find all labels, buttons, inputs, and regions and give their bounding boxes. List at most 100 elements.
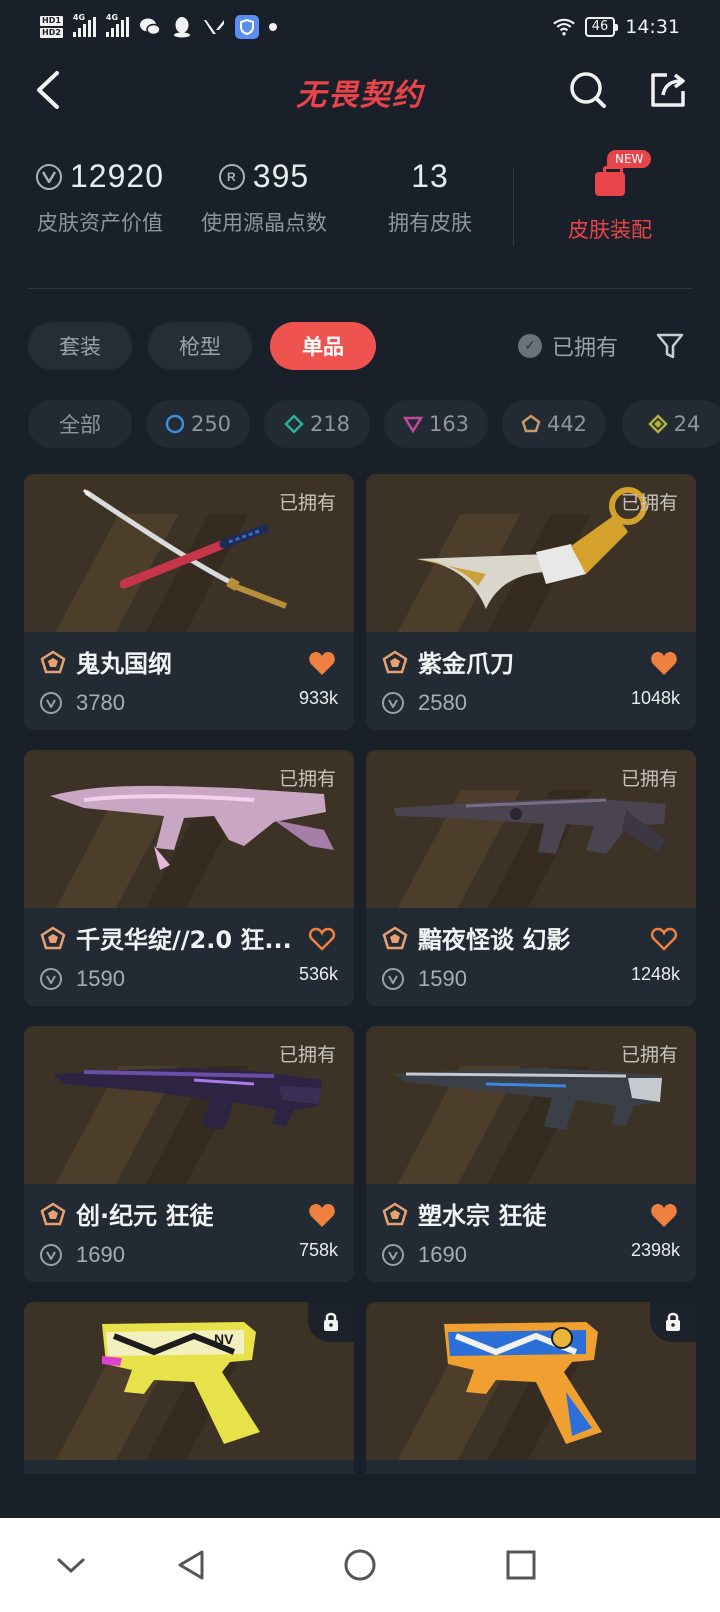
chip-tier-exclusive[interactable]: 442 bbox=[502, 400, 606, 448]
chip-tier-deluxe[interactable]: 218 bbox=[264, 400, 370, 448]
radianite-stat[interactable]: R 395 使用源晶点数 bbox=[194, 158, 334, 237]
radianite-value: 395 bbox=[252, 158, 310, 194]
share-button[interactable] bbox=[646, 68, 690, 112]
chip-count: 218 bbox=[309, 412, 351, 436]
skin-name: 千灵华绽//2.0 狂... bbox=[76, 926, 292, 954]
skin-card[interactable]: 已拥有 黯夜怪谈 幻影 1590 1248k bbox=[366, 750, 696, 1006]
search-button[interactable] bbox=[566, 68, 610, 112]
vp-coin-icon bbox=[40, 692, 62, 714]
price-row: 1590 bbox=[40, 966, 125, 992]
tab-set[interactable]: 套装 bbox=[28, 322, 132, 370]
nav-down-button[interactable] bbox=[46, 1540, 96, 1590]
network-type-2: 4G bbox=[105, 13, 119, 22]
chip-count: 163 bbox=[428, 412, 470, 436]
card-title-row: 塑水宗 狂徒 bbox=[382, 1196, 682, 1231]
vp-coin-icon bbox=[40, 1244, 62, 1266]
price-row: 1590 bbox=[382, 966, 467, 992]
section-divider bbox=[28, 288, 692, 289]
skin-card[interactable] bbox=[366, 1302, 696, 1474]
skin-image: 已拥有 bbox=[366, 474, 696, 632]
skin-card[interactable]: 已拥有 创·纪元 狂徒 1690 758k bbox=[24, 1026, 354, 1282]
heart-filled-icon[interactable] bbox=[650, 650, 678, 676]
nav-recents-button[interactable] bbox=[496, 1540, 546, 1590]
skin-card[interactable]: 已拥有 塑水宗 狂徒 1690 2398k bbox=[366, 1026, 696, 1282]
owned-tag: 已拥有 bbox=[278, 492, 336, 514]
share-icon bbox=[651, 73, 685, 107]
heart-filled-icon[interactable] bbox=[308, 650, 336, 676]
like-count: 933k bbox=[298, 688, 338, 708]
nav-home-button[interactable] bbox=[335, 1540, 385, 1590]
nav-down-icon bbox=[57, 1558, 85, 1574]
skin-card[interactable]: 已拥有 千灵华绽//2.0 狂... 1590 536k bbox=[24, 750, 354, 1006]
skin-image: 已拥有 bbox=[366, 1026, 696, 1184]
like-count: 1248k bbox=[630, 964, 680, 984]
exclusive-tier-icon bbox=[382, 650, 408, 673]
skin-name: 紫金爪刀 bbox=[418, 650, 514, 678]
filter-icon bbox=[656, 333, 684, 359]
owned-skins-value: 13 bbox=[411, 158, 449, 194]
vp-coin-icon bbox=[382, 1244, 404, 1266]
skin-card[interactable]: NV bbox=[24, 1302, 354, 1474]
owned-skins-label: 拥有皮肤 bbox=[388, 211, 472, 235]
owned-tag: 已拥有 bbox=[278, 1044, 336, 1066]
exclusive-tier-icon bbox=[40, 926, 66, 949]
hd1-label: HD1 bbox=[40, 16, 63, 26]
filter-button[interactable] bbox=[652, 328, 688, 364]
heart-outline-icon[interactable] bbox=[650, 926, 678, 952]
chip-tier-select[interactable]: 250 bbox=[146, 400, 250, 448]
chip-tier-premium[interactable]: 163 bbox=[384, 400, 488, 448]
heart-filled-icon[interactable] bbox=[650, 1202, 678, 1228]
skin-price: 1590 bbox=[418, 966, 467, 991]
asset-value-stat[interactable]: 12920 皮肤资产价值 bbox=[30, 158, 170, 237]
skin-equip-label: 皮肤装配 bbox=[568, 218, 652, 242]
owned-filter-toggle[interactable]: ✓ 已拥有 bbox=[518, 322, 618, 370]
radianite-coin-icon: R bbox=[218, 163, 245, 190]
stats-panel: 12920 皮肤资产价值 R 395 使用源晶点数 13 拥有皮肤 NEW 皮肤… bbox=[0, 148, 720, 258]
notification-dot bbox=[268, 23, 277, 31]
skin-equip-button[interactable]: NEW 皮肤装配 bbox=[545, 150, 675, 244]
owned-value-row: 13 bbox=[360, 158, 500, 195]
tab-single-item[interactable]: 单品 bbox=[270, 322, 376, 370]
like-count: 758k bbox=[298, 1240, 338, 1260]
wifi-icon bbox=[552, 16, 575, 38]
vp-coin-icon bbox=[40, 968, 62, 990]
chip-tier-ultra[interactable]: 24 bbox=[622, 400, 720, 448]
back-button[interactable] bbox=[28, 70, 68, 110]
heart-outline-icon[interactable] bbox=[308, 926, 336, 952]
heart-filled-icon[interactable] bbox=[308, 1202, 336, 1228]
stats-divider bbox=[513, 168, 514, 246]
deluxe-tier-icon bbox=[284, 414, 304, 434]
skin-price: 1590 bbox=[76, 966, 125, 991]
hd-badge: HD1 HD2 bbox=[40, 15, 63, 39]
card-title-row: 黯夜怪谈 幻影 bbox=[382, 920, 682, 955]
skin-card[interactable]: 已拥有 鬼丸国纲 3780 933k bbox=[24, 474, 354, 730]
radianite-label: 使用源晶点数 bbox=[201, 211, 327, 235]
vpn-icon bbox=[234, 15, 259, 39]
nav-back-icon bbox=[178, 1550, 204, 1580]
search-icon bbox=[570, 72, 606, 108]
qq-icon bbox=[171, 16, 193, 38]
skin-name: 创·纪元 狂徒 bbox=[76, 1202, 214, 1230]
exclusive-tier-icon bbox=[40, 650, 66, 673]
skin-name: 黯夜怪谈 幻影 bbox=[418, 926, 571, 954]
equip-icon bbox=[595, 166, 625, 196]
skin-image bbox=[366, 1302, 696, 1460]
chip-all[interactable]: 全部 bbox=[28, 400, 132, 448]
back-arrow-icon bbox=[37, 71, 59, 109]
tab-weapon-type[interactable]: 枪型 bbox=[148, 322, 252, 370]
nav-home-icon bbox=[344, 1549, 376, 1581]
skin-image: 已拥有 bbox=[24, 474, 354, 632]
nav-back-button[interactable] bbox=[166, 1540, 216, 1590]
status-bar: HD1 HD2 4G 4G 46 14:31 bbox=[0, 0, 720, 54]
skin-image: 已拥有 bbox=[24, 1026, 354, 1184]
skin-card[interactable]: 已拥有 紫金爪刀 2580 1048k bbox=[366, 474, 696, 730]
like-count: 536k bbox=[298, 964, 338, 984]
battery-indicator: 46 bbox=[584, 17, 618, 37]
owned-skins-stat[interactable]: 13 拥有皮肤 bbox=[360, 158, 500, 237]
vp-coin-icon bbox=[36, 163, 62, 190]
ultra-tier-icon bbox=[647, 414, 668, 434]
owned-tag: 已拥有 bbox=[620, 1044, 678, 1066]
skin-price: 2580 bbox=[418, 690, 467, 715]
price-row: 2580 bbox=[382, 690, 467, 716]
nav-recents-icon bbox=[506, 1550, 536, 1580]
